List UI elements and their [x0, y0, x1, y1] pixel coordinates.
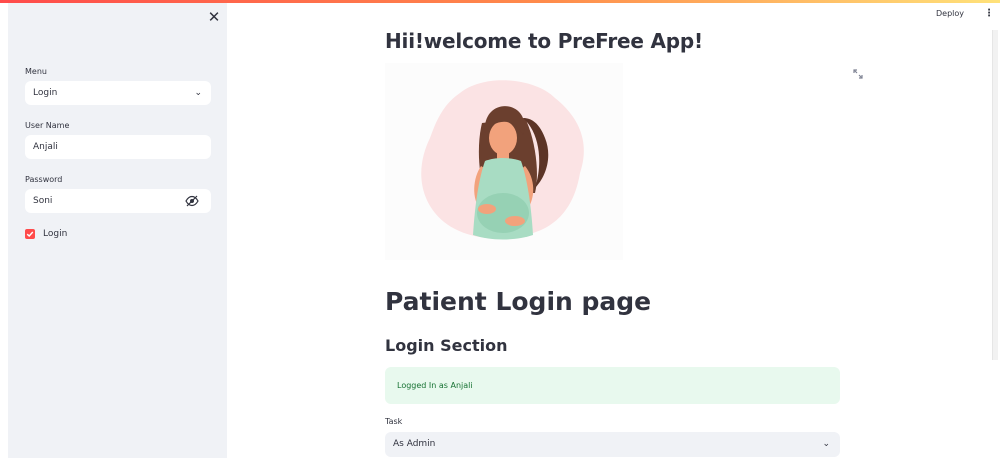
pregnant-woman-illustration	[385, 63, 623, 260]
password-input[interactable]: Soni	[25, 189, 211, 213]
task-select-value: As Admin	[393, 439, 436, 449]
chevron-down-icon: ⌄	[194, 88, 202, 98]
menu-select[interactable]: Login ⌄	[25, 81, 211, 105]
page-title: Patient Login page	[385, 287, 652, 316]
login-checkbox[interactable]	[25, 229, 35, 239]
eye-slash-icon[interactable]	[185, 195, 199, 207]
welcome-title: Hii!welcome to PreFree App!	[385, 29, 703, 53]
expand-icon[interactable]	[852, 68, 864, 80]
login-checkbox-label: Login	[43, 229, 68, 239]
task-select[interactable]: As Admin ⌄	[385, 432, 840, 457]
password-value: Soni	[33, 196, 53, 206]
login-checkbox-row[interactable]: Login	[25, 227, 67, 241]
username-label: User Name	[25, 121, 70, 130]
menu-select-value: Login	[33, 88, 58, 98]
kebab-menu-icon[interactable]: ⋮	[984, 8, 994, 19]
success-alert: Logged In as Anjali	[385, 367, 840, 404]
bottom-edge	[0, 458, 1000, 468]
menu-label: Menu	[25, 67, 47, 76]
sidebar: ✕ Menu Login ⌄ User Name Anjali Password…	[8, 3, 227, 458]
task-label: Task	[385, 417, 403, 426]
check-icon	[26, 231, 34, 237]
close-icon[interactable]: ✕	[206, 9, 222, 25]
scrollbar[interactable]	[992, 30, 998, 360]
deploy-button[interactable]: Deploy	[936, 9, 964, 18]
section-title: Login Section	[385, 336, 508, 355]
password-label: Password	[25, 175, 63, 184]
username-input[interactable]: Anjali	[25, 135, 211, 159]
chevron-down-icon: ⌄	[822, 439, 830, 449]
